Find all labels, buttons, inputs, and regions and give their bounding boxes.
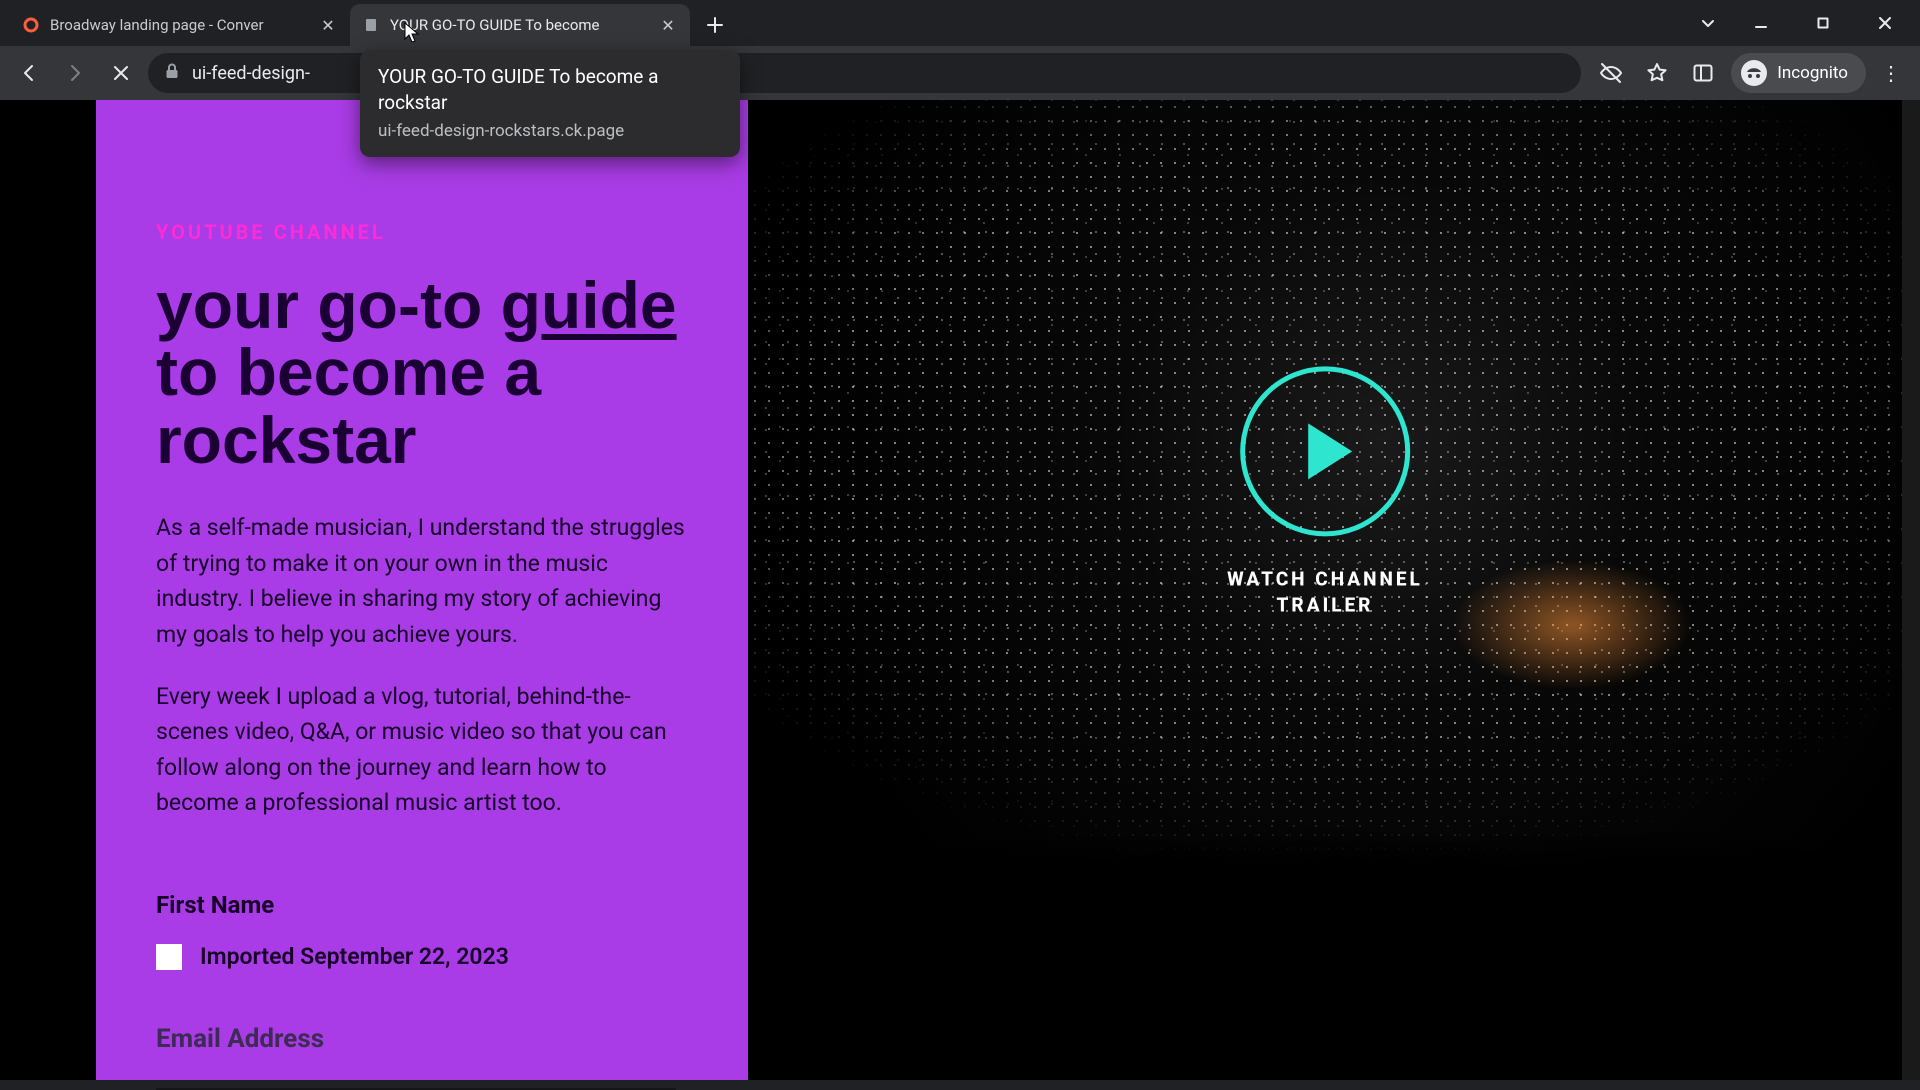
window-controls bbox=[1688, 0, 1920, 46]
tab-strip: Broadway landing page - Conver ✕ YOUR GO… bbox=[0, 0, 1688, 46]
tab-preview-tooltip: YOUR GO-TO GUIDE To become a rockstar ui… bbox=[360, 50, 740, 157]
tab-search-button[interactable] bbox=[1688, 3, 1728, 43]
bookmark-star-icon[interactable] bbox=[1639, 55, 1675, 91]
favicon-page-icon bbox=[362, 16, 380, 34]
signup-form: First Name Imported September 22, 2023 E… bbox=[156, 891, 688, 1090]
back-button[interactable] bbox=[10, 54, 48, 92]
incognito-label: Incognito bbox=[1777, 63, 1848, 83]
checkbox-icon[interactable] bbox=[156, 944, 182, 970]
stage-glow bbox=[1452, 560, 1692, 690]
play-button[interactable] bbox=[1240, 366, 1410, 536]
page-headline: your go-to guide to become a rockstar bbox=[156, 272, 688, 474]
tab-title: YOUR GO-TO GUIDE To become bbox=[390, 16, 648, 34]
tooltip-title: YOUR GO-TO GUIDE To become a rockstar bbox=[378, 64, 722, 115]
forward-button[interactable] bbox=[56, 54, 94, 92]
close-window-button[interactable] bbox=[1856, 3, 1914, 43]
left-gutter bbox=[0, 100, 96, 1080]
toolbar-actions: Incognito ⋮ bbox=[1589, 53, 1910, 93]
hero-right-panel: WATCH CHANNEL TRAILER bbox=[748, 100, 1902, 1080]
imported-checkbox-row[interactable]: Imported September 22, 2023 bbox=[156, 943, 688, 970]
headline-guide-word: guide bbox=[501, 268, 677, 342]
new-tab-button[interactable] bbox=[698, 8, 732, 42]
maximize-button[interactable] bbox=[1794, 3, 1852, 43]
headline-part-2: to become a rockstar bbox=[156, 335, 541, 476]
tracking-off-icon[interactable] bbox=[1593, 55, 1629, 91]
menu-button[interactable]: ⋮ bbox=[1876, 61, 1906, 85]
imported-label: Imported September 22, 2023 bbox=[200, 943, 509, 970]
play-icon bbox=[1308, 423, 1352, 479]
favicon-o-icon bbox=[22, 16, 40, 34]
headline-part-1: your go-to bbox=[156, 268, 501, 342]
watch-trailer-label: WATCH CHANNEL TRAILER bbox=[1227, 566, 1423, 617]
email-label: Email Address bbox=[156, 1024, 688, 1054]
tab-broadway[interactable]: Broadway landing page - Conver ✕ bbox=[10, 4, 350, 46]
stop-reload-button[interactable] bbox=[102, 54, 140, 92]
intro-paragraph-2: Every week I upload a vlog, tutorial, be… bbox=[156, 679, 686, 822]
channel-trailer-cta: WATCH CHANNEL TRAILER bbox=[1227, 366, 1423, 617]
first-name-label: First Name bbox=[156, 891, 688, 919]
hero-left-panel: YOUTUBE CHANNEL your go-to guide to beco… bbox=[96, 100, 748, 1080]
incognito-icon bbox=[1741, 60, 1767, 86]
minimize-button[interactable] bbox=[1732, 3, 1790, 43]
incognito-indicator[interactable]: Incognito bbox=[1731, 53, 1866, 93]
tab-title: Broadway landing page - Conver bbox=[50, 16, 308, 34]
tab-guide[interactable]: YOUR GO-TO GUIDE To become ✕ bbox=[350, 4, 690, 46]
close-icon[interactable]: ✕ bbox=[658, 15, 678, 35]
page-viewport: YOUTUBE CHANNEL your go-to guide to beco… bbox=[0, 100, 1920, 1080]
mouse-cursor-icon bbox=[404, 22, 420, 44]
vertical-scrollbar[interactable] bbox=[1902, 100, 1920, 1080]
crowd-silhouette bbox=[748, 780, 1902, 1080]
lock-icon bbox=[164, 62, 180, 85]
tooltip-url: ui-feed-design-rockstars.ck.page bbox=[378, 121, 722, 141]
intro-paragraph-1: As a self-made musician, I understand th… bbox=[156, 510, 686, 653]
titlebar: Broadway landing page - Conver ✕ YOUR GO… bbox=[0, 0, 1920, 46]
side-panel-icon[interactable] bbox=[1685, 55, 1721, 91]
browser-toolbar: ui-feed-design- Incognito ⋮ bbox=[0, 46, 1920, 100]
eyebrow-label: YOUTUBE CHANNEL bbox=[156, 220, 688, 244]
watch-label-line1: WATCH CHANNEL bbox=[1227, 567, 1423, 590]
close-icon[interactable]: ✕ bbox=[318, 15, 338, 35]
watch-label-line2: TRAILER bbox=[1277, 593, 1374, 616]
